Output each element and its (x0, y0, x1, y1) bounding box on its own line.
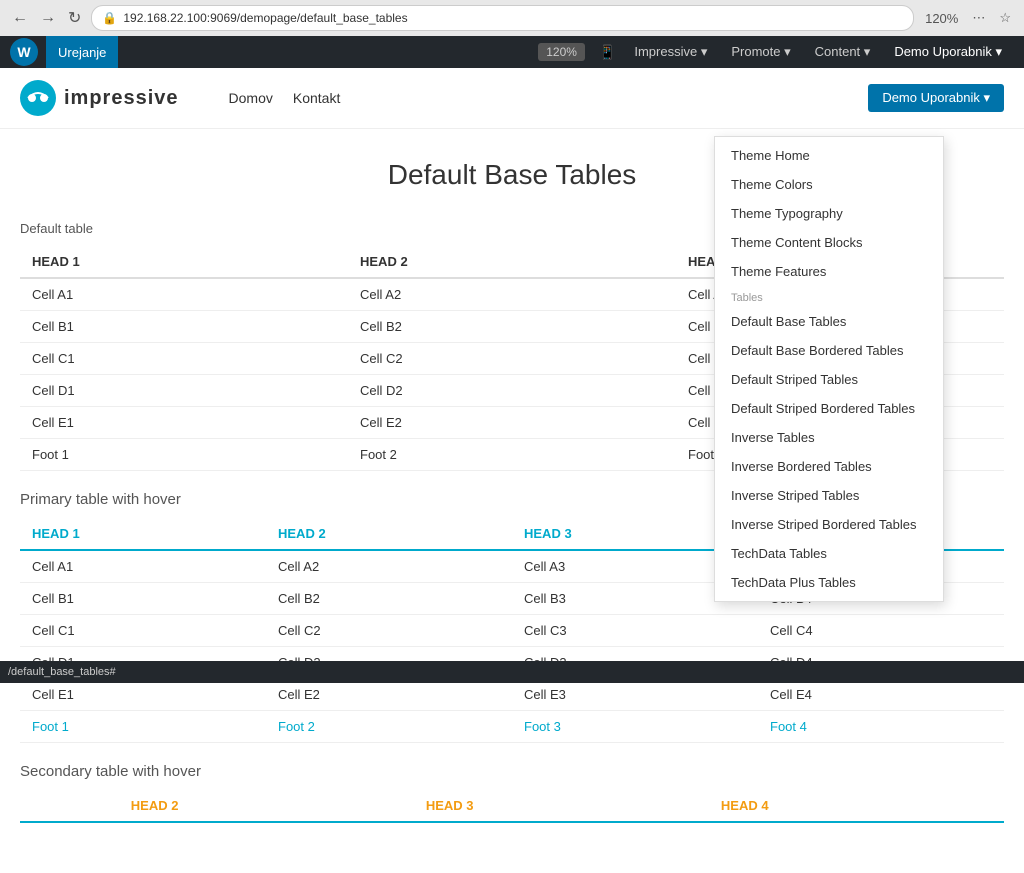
primary-foot-0: Foot 1 (20, 711, 266, 743)
demo-user-menu[interactable]: Demo Uporabnik ▾ (882, 36, 1014, 68)
default-cell-0-0: Cell A1 (20, 278, 348, 311)
dropdown-inverse-bordered[interactable]: Inverse Bordered Tables (715, 452, 943, 481)
admin-edit-button[interactable]: Urejanje (46, 36, 118, 68)
browser-right-controls: 120% ⋯ ☆ (920, 8, 1016, 28)
default-cell-2-0: Cell C1 (20, 343, 348, 375)
admin-bar-right: 120% 📱 Impressive ▾ Promote ▾ Content ▾ … (538, 36, 1014, 68)
primary-cell-2-2: Cell C3 (512, 615, 758, 647)
secondary-col1-header (20, 790, 119, 822)
browser-nav-controls: ← → ↻ (8, 6, 85, 30)
dropdown-tables-section-label: Tables (715, 286, 943, 307)
more-options-icon[interactable]: ⋯ (967, 8, 990, 28)
secondary-table-label: Secondary table with hover (20, 763, 1004, 780)
dropdown-theme-typography[interactable]: Theme Typography (715, 199, 943, 228)
default-col1-header: HEAD 1 (20, 246, 348, 278)
primary-footer-row: Foot 1Foot 2Foot 3Foot 4 (20, 711, 1004, 743)
table-row: Cell C1Cell C2Cell C3Cell C4 (20, 615, 1004, 647)
primary-cell-4-0: Cell E1 (20, 679, 266, 711)
dropdown-inverse-striped[interactable]: Inverse Striped Tables (715, 481, 943, 510)
default-foot-1: Foot 2 (348, 439, 676, 471)
zoom-indicator: 120% (538, 43, 585, 61)
demo-user-button[interactable]: Demo Uporabnik ▾ (868, 84, 1004, 112)
content-menu[interactable]: Content ▾ (803, 36, 883, 68)
dropdown-default-striped-bordered[interactable]: Default Striped Bordered Tables (715, 394, 943, 423)
dropdown-techdata-tables[interactable]: TechData Tables (715, 539, 943, 568)
primary-cell-2-1: Cell C2 (266, 615, 512, 647)
address-text: 192.168.22.100:9069/demopage/default_bas… (123, 11, 407, 25)
admin-bar: W Urejanje 120% 📱 Impressive ▾ Promote ▾… (0, 36, 1024, 68)
dropdown-theme-features[interactable]: Theme Features (715, 257, 943, 286)
primary-foot-1: Foot 2 (266, 711, 512, 743)
status-bar-text: /default_base_tables# (8, 666, 116, 678)
browser-address-bar: ← → ↻ 🔒 192.168.22.100:9069/demopage/def… (0, 0, 1024, 36)
dropdown-default-base-bordered[interactable]: Default Base Bordered Tables (715, 336, 943, 365)
nav-domov[interactable]: Domov (229, 90, 273, 106)
site-logo: impressive (20, 80, 179, 116)
status-bar: /default_base_tables# (0, 661, 1024, 683)
impressive-dropdown-menu: Theme Home Theme Colors Theme Typography… (714, 136, 944, 602)
default-cell-1-0: Cell B1 (20, 311, 348, 343)
dropdown-default-base-tables[interactable]: Default Base Tables (715, 307, 943, 336)
table-row: Cell E1Cell E2Cell E3Cell E4 (20, 679, 1004, 711)
dropdown-techdata-plus[interactable]: TechData Plus Tables (715, 568, 943, 597)
secondary-col4-header: HEAD 4 (709, 790, 1004, 822)
default-cell-3-0: Cell D1 (20, 375, 348, 407)
wp-logo: W (10, 38, 38, 66)
default-cell-4-0: Cell E1 (20, 407, 348, 439)
default-foot-0: Foot 1 (20, 439, 348, 471)
primary-cell-4-3: Cell E4 (758, 679, 1004, 711)
dropdown-default-striped[interactable]: Default Striped Tables (715, 365, 943, 394)
primary-foot-2: Foot 3 (512, 711, 758, 743)
primary-col1-header: HEAD 1 (20, 518, 266, 550)
site-logo-text: impressive (64, 87, 179, 110)
secondary-table-header-row: HEAD 2 HEAD 3 HEAD 4 (20, 790, 1004, 822)
secondary-col3-header: HEAD 3 (414, 790, 709, 822)
default-col2-header: HEAD 2 (348, 246, 676, 278)
security-icon: 🔒 (102, 11, 117, 25)
primary-cell-1-1: Cell B2 (266, 583, 512, 615)
default-cell-3-1: Cell D2 (348, 375, 676, 407)
impressive-logo-icon (20, 80, 56, 116)
primary-cell-4-2: Cell E3 (512, 679, 758, 711)
dropdown-inverse-tables[interactable]: Inverse Tables (715, 423, 943, 452)
promote-menu[interactable]: Promote ▾ (719, 36, 802, 68)
default-cell-2-1: Cell C2 (348, 343, 676, 375)
dropdown-theme-content-blocks[interactable]: Theme Content Blocks (715, 228, 943, 257)
primary-cell-4-1: Cell E2 (266, 679, 512, 711)
impressive-menu[interactable]: Impressive ▾ (622, 36, 719, 68)
secondary-table: HEAD 2 HEAD 3 HEAD 4 (20, 790, 1004, 823)
primary-foot-3: Foot 4 (758, 711, 1004, 743)
primary-col2-header: HEAD 2 (266, 518, 512, 550)
site-nav: Domov Kontakt (229, 90, 341, 106)
primary-cell-2-0: Cell C1 (20, 615, 266, 647)
dropdown-inverse-striped-bordered[interactable]: Inverse Striped Bordered Tables (715, 510, 943, 539)
primary-cell-0-0: Cell A1 (20, 550, 266, 583)
dropdown-theme-home[interactable]: Theme Home (715, 141, 943, 170)
primary-cell-2-3: Cell C4 (758, 615, 1004, 647)
secondary-col2-header: HEAD 2 (119, 790, 414, 822)
nav-kontakt[interactable]: Kontakt (293, 90, 340, 106)
address-input[interactable]: 🔒 192.168.22.100:9069/demopage/default_b… (91, 5, 914, 31)
site-header: impressive Domov Kontakt Demo Uporabnik … (0, 68, 1024, 129)
default-cell-1-1: Cell B2 (348, 311, 676, 343)
primary-cell-1-0: Cell B1 (20, 583, 266, 615)
dropdown-theme-colors[interactable]: Theme Colors (715, 170, 943, 199)
header-right: Demo Uporabnik ▾ (868, 84, 1004, 112)
bookmark-icon[interactable]: ☆ (994, 8, 1016, 28)
default-cell-0-1: Cell A2 (348, 278, 676, 311)
back-button[interactable]: ← (8, 6, 32, 30)
impressive-dropdown: Theme Home Theme Colors Theme Typography… (714, 136, 944, 602)
primary-cell-0-1: Cell A2 (266, 550, 512, 583)
device-preview-icon[interactable]: 📱 (593, 44, 622, 61)
forward-button[interactable]: → (36, 6, 60, 30)
refresh-button[interactable]: ↻ (64, 6, 85, 30)
zoom-level[interactable]: 120% (920, 9, 963, 28)
default-cell-4-1: Cell E2 (348, 407, 676, 439)
